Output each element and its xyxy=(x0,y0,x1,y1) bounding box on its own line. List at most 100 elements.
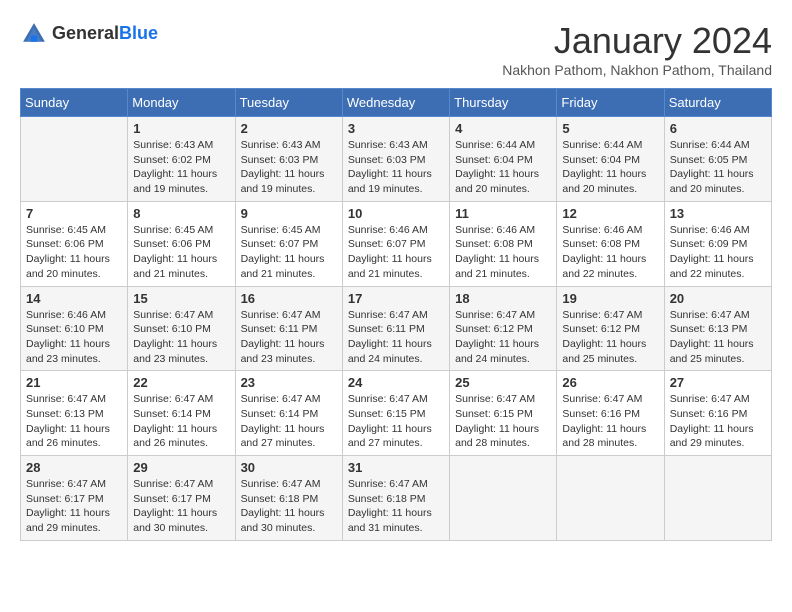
day-info: Sunrise: 6:47 AM Sunset: 6:15 PM Dayligh… xyxy=(348,392,444,451)
header-tuesday: Tuesday xyxy=(235,89,342,117)
day-number: 14 xyxy=(26,291,122,306)
day-number: 19 xyxy=(562,291,658,306)
day-number: 25 xyxy=(455,375,551,390)
day-cell: 25 Sunrise: 6:47 AM Sunset: 6:15 PM Dayli… xyxy=(450,371,557,456)
day-info: Sunrise: 6:47 AM Sunset: 6:10 PM Dayligh… xyxy=(133,308,229,367)
day-number: 10 xyxy=(348,206,444,221)
logo: GeneralBlue xyxy=(20,20,158,48)
day-cell: 31 Sunrise: 6:47 AM Sunset: 6:18 PM Dayli… xyxy=(342,456,449,541)
day-number: 23 xyxy=(241,375,337,390)
day-info: Sunrise: 6:45 AM Sunset: 6:07 PM Dayligh… xyxy=(241,223,337,282)
day-cell: 11Sunrise: 6:46 AM Sunset: 6:08 PM Dayli… xyxy=(450,201,557,286)
day-number: 7 xyxy=(26,206,122,221)
day-cell: 7 Sunrise: 6:45 AM Sunset: 6:06 PM Daylig… xyxy=(21,201,128,286)
day-number: 5 xyxy=(562,121,658,136)
day-info: Sunrise: 6:44 AM Sunset: 6:04 PM Dayligh… xyxy=(562,138,658,197)
day-cell: 30Sunrise: 6:47 AM Sunset: 6:18 PM Dayli… xyxy=(235,456,342,541)
day-info: Sunrise: 6:46 AM Sunset: 6:10 PM Dayligh… xyxy=(26,308,122,367)
logo-icon xyxy=(20,20,48,48)
day-cell: 24 Sunrise: 6:47 AM Sunset: 6:15 PM Dayli… xyxy=(342,371,449,456)
day-cell: 6 Sunrise: 6:44 AM Sunset: 6:05 PM Daylig… xyxy=(664,117,771,202)
day-info: Sunrise: 6:47 AM Sunset: 6:12 PM Dayligh… xyxy=(562,308,658,367)
day-number: 3 xyxy=(348,121,444,136)
header-friday: Friday xyxy=(557,89,664,117)
day-cell xyxy=(557,456,664,541)
day-info: Sunrise: 6:44 AM Sunset: 6:05 PM Dayligh… xyxy=(670,138,766,197)
calendar-table: Sunday Monday Tuesday Wednesday Thursday… xyxy=(20,88,772,541)
day-info: Sunrise: 6:47 AM Sunset: 6:11 PM Dayligh… xyxy=(348,308,444,367)
day-cell: 27 Sunrise: 6:47 AM Sunset: 6:16 PM Dayli… xyxy=(664,371,771,456)
page-header: GeneralBlue January 2024 Nakhon Pathom, … xyxy=(20,20,772,78)
day-cell xyxy=(450,456,557,541)
day-number: 18 xyxy=(455,291,551,306)
calendar-header: Sunday Monday Tuesday Wednesday Thursday… xyxy=(21,89,772,117)
day-info: Sunrise: 6:47 AM Sunset: 6:13 PM Dayligh… xyxy=(670,308,766,367)
day-number: 4 xyxy=(455,121,551,136)
day-number: 24 xyxy=(348,375,444,390)
day-number: 29 xyxy=(133,460,229,475)
week-row-1: 7 Sunrise: 6:45 AM Sunset: 6:06 PM Daylig… xyxy=(21,201,772,286)
day-number: 31 xyxy=(348,460,444,475)
day-cell: 10Sunrise: 6:46 AM Sunset: 6:07 PM Dayli… xyxy=(342,201,449,286)
day-number: 28 xyxy=(26,460,122,475)
day-cell: 5 Sunrise: 6:44 AM Sunset: 6:04 PM Daylig… xyxy=(557,117,664,202)
day-cell: 22 Sunrise: 6:47 AM Sunset: 6:14 PM Dayli… xyxy=(128,371,235,456)
day-cell: 19 Sunrise: 6:47 AM Sunset: 6:12 PM Dayli… xyxy=(557,286,664,371)
day-info: Sunrise: 6:43 AM Sunset: 6:03 PM Dayligh… xyxy=(241,138,337,197)
day-number: 15 xyxy=(133,291,229,306)
day-info: Sunrise: 6:47 AM Sunset: 6:17 PM Dayligh… xyxy=(133,477,229,536)
day-info: Sunrise: 6:47 AM Sunset: 6:16 PM Dayligh… xyxy=(670,392,766,451)
day-number: 17 xyxy=(348,291,444,306)
day-number: 12 xyxy=(562,206,658,221)
day-number: 2 xyxy=(241,121,337,136)
day-cell: 16 Sunrise: 6:47 AM Sunset: 6:11 PM Dayli… xyxy=(235,286,342,371)
day-cell: 4Sunrise: 6:44 AM Sunset: 6:04 PM Daylig… xyxy=(450,117,557,202)
week-row-2: 14 Sunrise: 6:46 AM Sunset: 6:10 PM Dayli… xyxy=(21,286,772,371)
day-info: Sunrise: 6:47 AM Sunset: 6:11 PM Dayligh… xyxy=(241,308,337,367)
day-info: Sunrise: 6:47 AM Sunset: 6:16 PM Dayligh… xyxy=(562,392,658,451)
day-cell: 15 Sunrise: 6:47 AM Sunset: 6:10 PM Dayli… xyxy=(128,286,235,371)
header-thursday: Thursday xyxy=(450,89,557,117)
day-info: Sunrise: 6:47 AM Sunset: 6:14 PM Dayligh… xyxy=(133,392,229,451)
day-info: Sunrise: 6:47 AM Sunset: 6:15 PM Dayligh… xyxy=(455,392,551,451)
day-info: Sunrise: 6:47 AM Sunset: 6:18 PM Dayligh… xyxy=(348,477,444,536)
day-cell: 18Sunrise: 6:47 AM Sunset: 6:12 PM Dayli… xyxy=(450,286,557,371)
week-row-4: 28 Sunrise: 6:47 AM Sunset: 6:17 PM Dayli… xyxy=(21,456,772,541)
week-row-3: 21Sunrise: 6:47 AM Sunset: 6:13 PM Dayli… xyxy=(21,371,772,456)
title-section: January 2024 Nakhon Pathom, Nakhon Patho… xyxy=(502,20,772,78)
day-number: 16 xyxy=(241,291,337,306)
day-number: 8 xyxy=(133,206,229,221)
day-cell: 21Sunrise: 6:47 AM Sunset: 6:13 PM Dayli… xyxy=(21,371,128,456)
day-info: Sunrise: 6:47 AM Sunset: 6:17 PM Dayligh… xyxy=(26,477,122,536)
day-cell: 13Sunrise: 6:46 AM Sunset: 6:09 PM Dayli… xyxy=(664,201,771,286)
day-info: Sunrise: 6:45 AM Sunset: 6:06 PM Dayligh… xyxy=(26,223,122,282)
day-cell: 1 Sunrise: 6:43 AM Sunset: 6:02 PM Daylig… xyxy=(128,117,235,202)
day-cell xyxy=(664,456,771,541)
day-info: Sunrise: 6:47 AM Sunset: 6:14 PM Dayligh… xyxy=(241,392,337,451)
day-number: 9 xyxy=(241,206,337,221)
day-cell: 28 Sunrise: 6:47 AM Sunset: 6:17 PM Dayli… xyxy=(21,456,128,541)
day-number: 27 xyxy=(670,375,766,390)
day-cell: 26 Sunrise: 6:47 AM Sunset: 6:16 PM Dayli… xyxy=(557,371,664,456)
week-row-0: 1 Sunrise: 6:43 AM Sunset: 6:02 PM Daylig… xyxy=(21,117,772,202)
location-subtitle: Nakhon Pathom, Nakhon Pathom, Thailand xyxy=(502,62,772,78)
day-cell: 14 Sunrise: 6:46 AM Sunset: 6:10 PM Dayli… xyxy=(21,286,128,371)
day-cell: 17 Sunrise: 6:47 AM Sunset: 6:11 PM Dayli… xyxy=(342,286,449,371)
day-number: 21 xyxy=(26,375,122,390)
day-number: 26 xyxy=(562,375,658,390)
day-cell: 23 Sunrise: 6:47 AM Sunset: 6:14 PM Dayli… xyxy=(235,371,342,456)
day-number: 22 xyxy=(133,375,229,390)
header-monday: Monday xyxy=(128,89,235,117)
calendar-body: 1 Sunrise: 6:43 AM Sunset: 6:02 PM Daylig… xyxy=(21,117,772,541)
day-cell: 12Sunrise: 6:46 AM Sunset: 6:08 PM Dayli… xyxy=(557,201,664,286)
day-info: Sunrise: 6:43 AM Sunset: 6:02 PM Dayligh… xyxy=(133,138,229,197)
day-cell: 20Sunrise: 6:47 AM Sunset: 6:13 PM Dayli… xyxy=(664,286,771,371)
day-cell: 2 Sunrise: 6:43 AM Sunset: 6:03 PM Daylig… xyxy=(235,117,342,202)
day-number: 1 xyxy=(133,121,229,136)
month-title: January 2024 xyxy=(502,20,772,62)
day-number: 11 xyxy=(455,206,551,221)
day-cell xyxy=(21,117,128,202)
day-number: 6 xyxy=(670,121,766,136)
day-info: Sunrise: 6:43 AM Sunset: 6:03 PM Dayligh… xyxy=(348,138,444,197)
day-cell: 29 Sunrise: 6:47 AM Sunset: 6:17 PM Dayli… xyxy=(128,456,235,541)
